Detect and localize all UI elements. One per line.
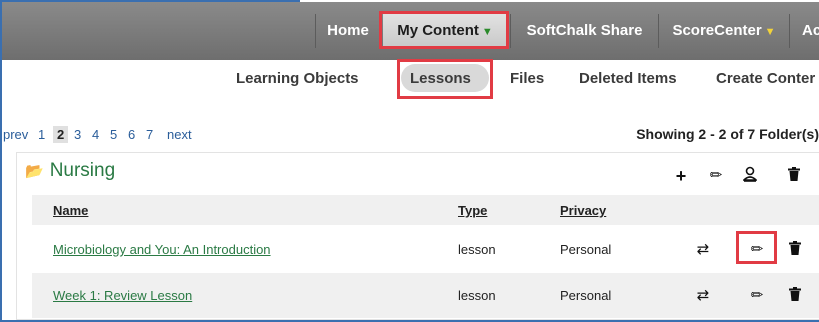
tab-files[interactable]: Files <box>510 68 544 90</box>
nav-softchalk-share-label: SoftChalk Share <box>526 22 643 39</box>
nav-scorecenter-label: ScoreCenter <box>672 22 762 39</box>
column-header-privacy[interactable]: Privacy <box>560 203 606 218</box>
tab-deleted-items[interactable]: Deleted Items <box>579 68 677 90</box>
move-icon[interactable]: ⇄ <box>694 241 712 259</box>
trash-icon[interactable] <box>786 287 804 306</box>
highlight-box-lessons <box>397 59 493 99</box>
folder-title[interactable]: 📂 Nursing <box>25 158 115 185</box>
column-header-type[interactable]: Type <box>458 203 487 218</box>
pagination-page-4[interactable]: 4 <box>92 127 99 142</box>
pagination-page-2-current: 2 <box>53 126 69 143</box>
lesson-type: lesson <box>458 242 496 257</box>
move-icon[interactable]: ⇄ <box>694 287 712 305</box>
trash-icon[interactable] <box>786 241 804 260</box>
table-header-row <box>32 195 819 225</box>
lesson-type: lesson <box>458 288 496 303</box>
nav-home[interactable]: Home <box>316 14 380 48</box>
pagination-page-3[interactable]: 3 <box>74 127 81 142</box>
trash-icon[interactable] <box>785 167 803 186</box>
pencil-icon[interactable]: ✏ <box>707 167 725 185</box>
highlight-box-edit <box>736 231 777 264</box>
lesson-link[interactable]: Microbiology and You: An Introduction <box>53 242 271 257</box>
nav-separator <box>789 14 790 48</box>
lesson-privacy: Personal <box>560 242 612 257</box>
pagination-page-5[interactable]: 5 <box>110 127 117 142</box>
pagination-page-7[interactable]: 7 <box>146 127 153 142</box>
plus-icon[interactable]: + <box>672 167 690 185</box>
pagination-next[interactable]: next <box>167 127 192 142</box>
folder-name: Nursing <box>49 160 116 181</box>
column-header-name[interactable]: Name <box>53 203 88 218</box>
lesson-privacy: Personal <box>560 288 612 303</box>
highlight-box-my-content <box>379 11 509 49</box>
folder-count-status: Showing 2 - 2 of 7 Folder(s) <box>636 126 819 142</box>
nav-account[interactable]: Ac <box>802 14 819 48</box>
pencil-icon[interactable]: ✏ <box>748 287 766 305</box>
tab-create-content[interactable]: Create Conter <box>716 68 815 90</box>
nav-softchalk-share[interactable]: SoftChalk Share <box>511 14 658 48</box>
pagination-prev[interactable]: prev <box>3 127 28 142</box>
nav-account-label: Ac <box>802 22 819 39</box>
nav-home-label: Home <box>327 22 369 39</box>
pagination-page-6[interactable]: 6 <box>128 127 135 142</box>
pagination-page-1[interactable]: 1 <box>38 127 45 142</box>
user-icon[interactable] <box>741 166 759 187</box>
nav-scorecenter[interactable]: ScoreCenter ▼ <box>659 14 789 48</box>
lesson-link[interactable]: Week 1: Review Lesson <box>53 288 192 303</box>
tab-learning-objects[interactable]: Learning Objects <box>236 68 359 90</box>
folder-open-icon: 📂 <box>25 163 44 180</box>
caret-down-icon: ▼ <box>764 26 776 38</box>
